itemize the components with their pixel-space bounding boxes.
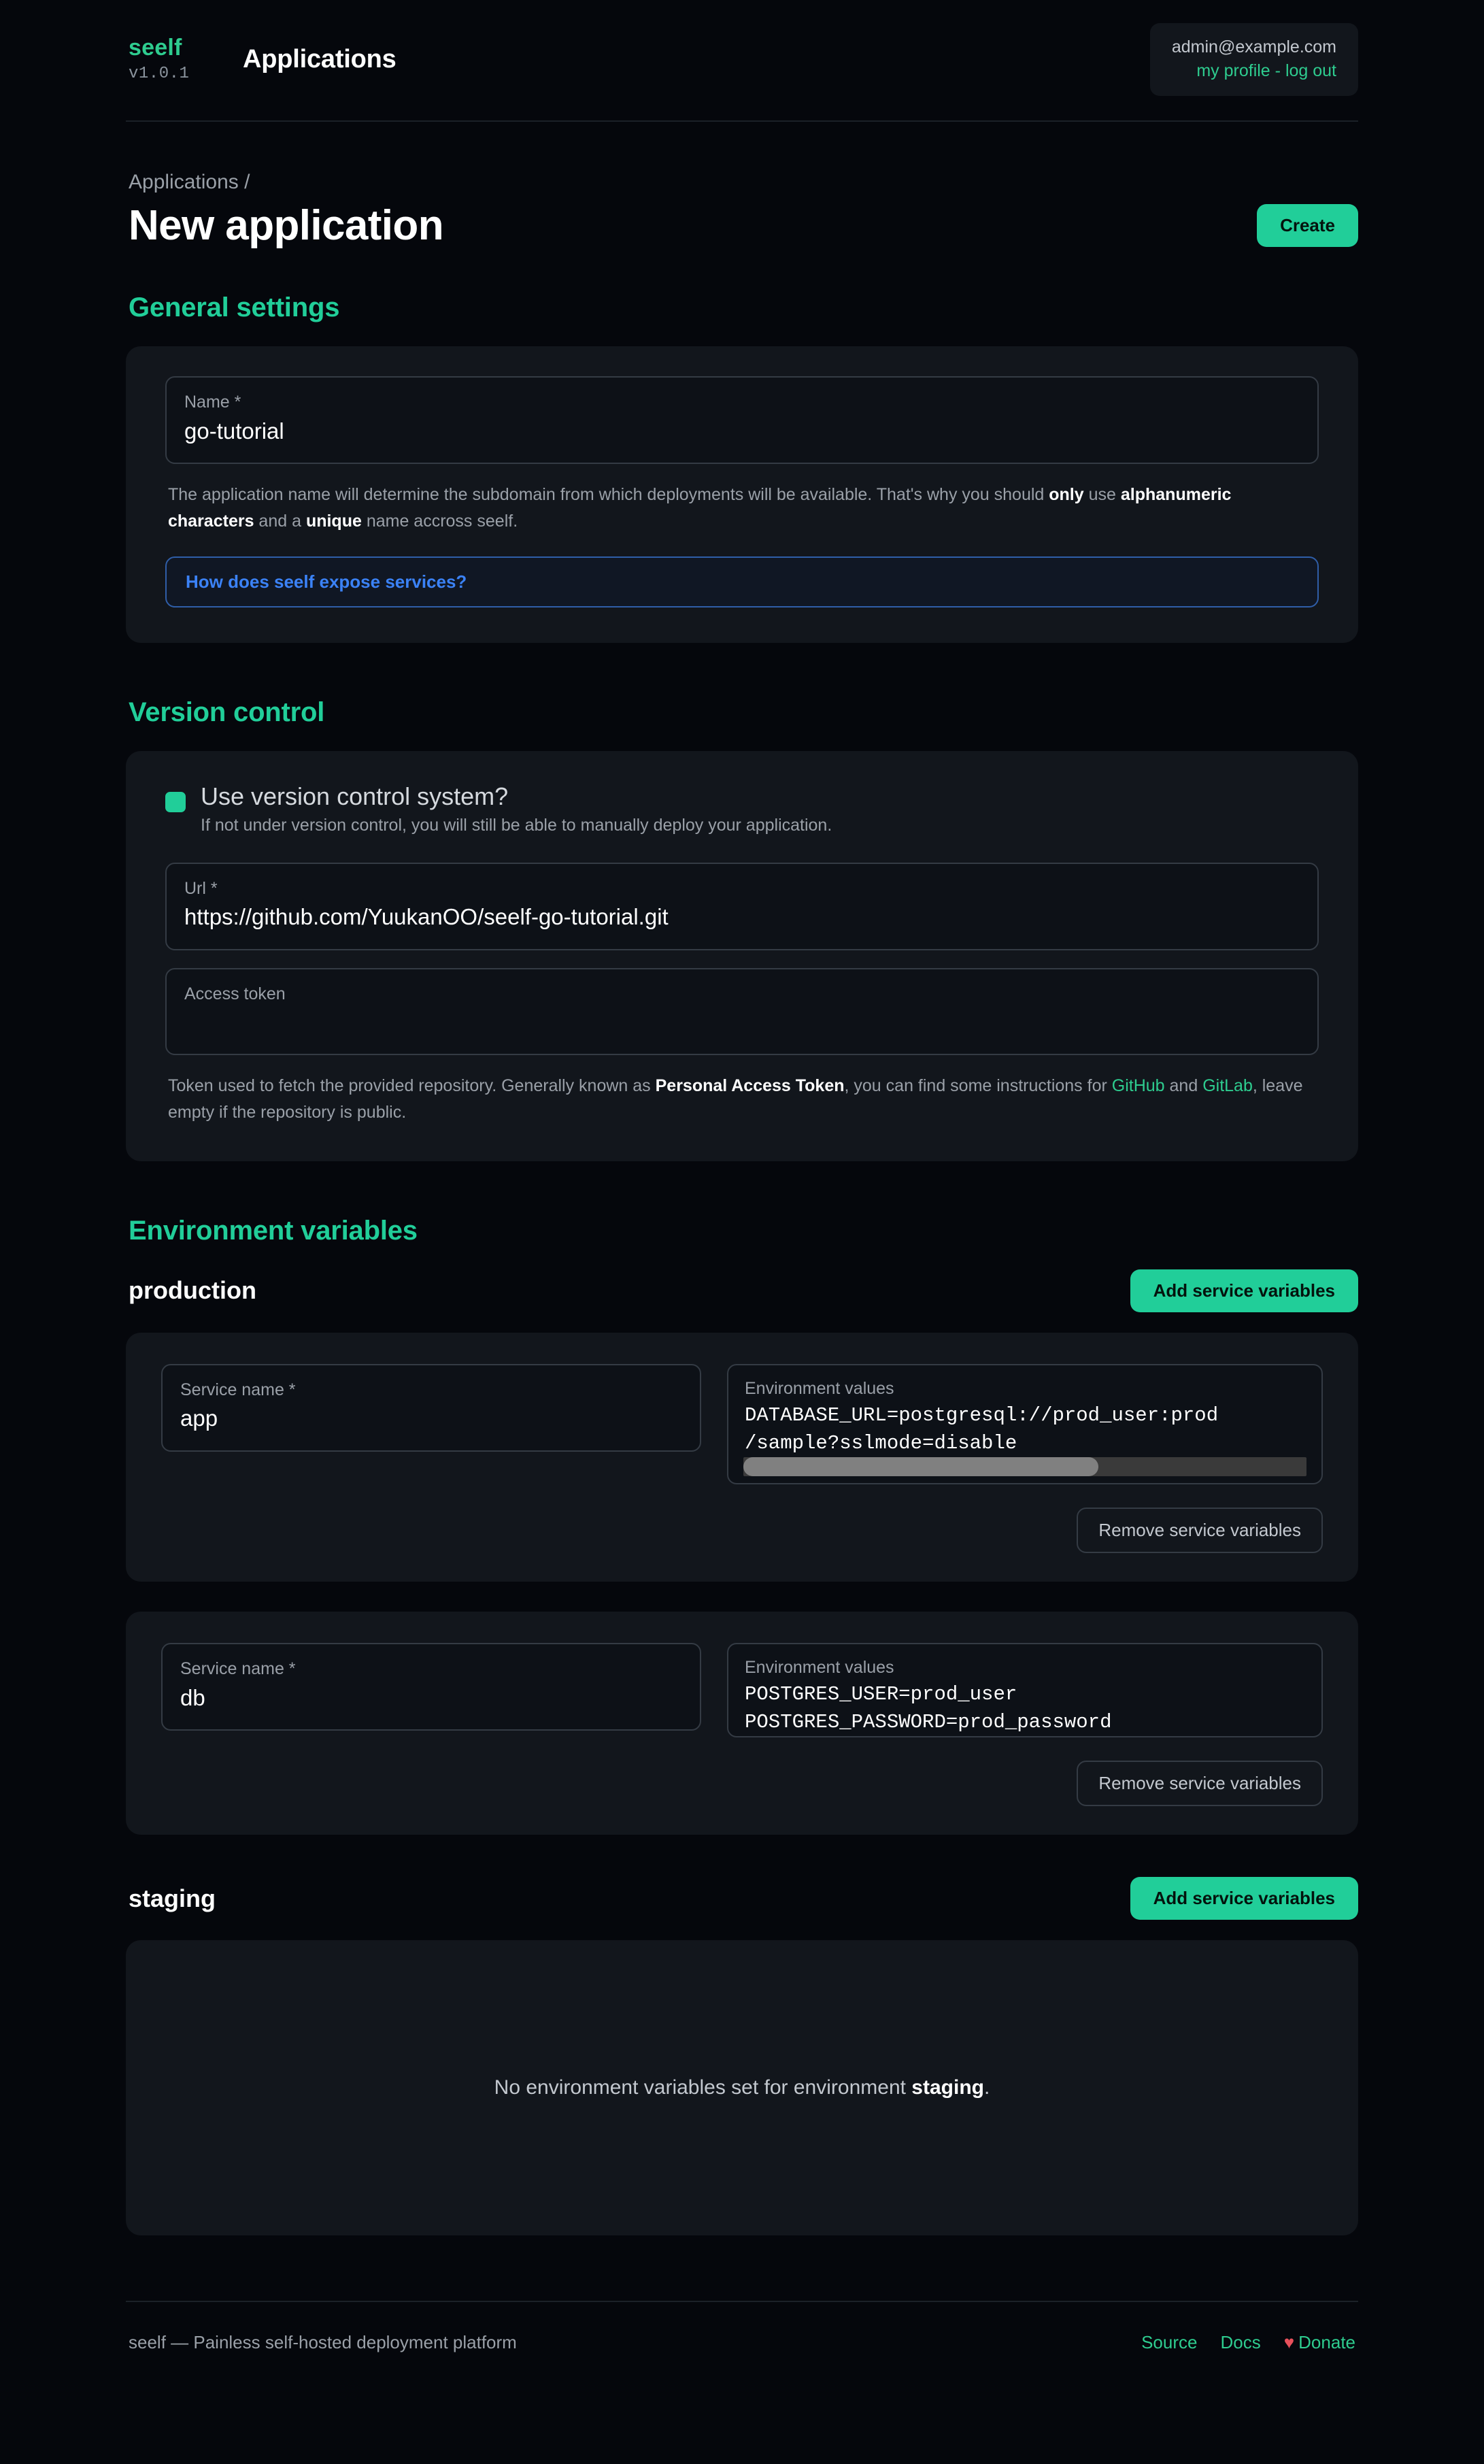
log-out-link[interactable]: log out: [1285, 61, 1336, 80]
url-field[interactable]: Url * https://github.com/YuukanOO/seelf-…: [165, 863, 1319, 950]
service-name-label-db: Service name *: [180, 1658, 682, 1680]
footer-donate-wrap[interactable]: ♥Donate: [1284, 2332, 1355, 2353]
staging-empty-suffix: .: [984, 2076, 990, 2099]
create-button[interactable]: Create: [1257, 204, 1358, 247]
gitlab-link[interactable]: GitLab: [1202, 1076, 1253, 1095]
name-input[interactable]: go-tutorial: [184, 416, 1300, 447]
use-vcs-label: Use version control system?: [201, 781, 832, 813]
staging-empty-prefix: No environment variables set for environ…: [494, 2076, 912, 2099]
page-title: New application: [129, 203, 443, 248]
footer-tagline: seelf — Painless self-hosted deployment …: [129, 2332, 517, 2353]
footer-donate-link[interactable]: Donate: [1298, 2332, 1355, 2353]
environment-variables-title: Environment variables: [126, 1216, 1358, 1246]
user-email: admin@example.com: [1172, 35, 1336, 59]
name-helper-suffix: name accross seelf.: [362, 512, 518, 531]
name-helper-text: The application name will determine the …: [165, 482, 1319, 535]
service-card-db: Service name * db Environment values POS…: [126, 1612, 1358, 1835]
environment-header-production: production Add service variables: [126, 1269, 1358, 1312]
github-link[interactable]: GitHub: [1112, 1076, 1165, 1095]
service-name-input-db[interactable]: db: [180, 1683, 682, 1714]
heart-icon: ♥: [1284, 2332, 1294, 2353]
page-root: seelf v1.0.1 Applications admin@example.…: [0, 0, 1484, 2384]
expose-services-summary[interactable]: How does seelf expose services?: [186, 571, 1298, 593]
remove-service-variables-button-app[interactable]: Remove service variables: [1077, 1508, 1323, 1553]
brand[interactable]: seelf v1.0.1: [126, 36, 235, 83]
env-values-textarea-app[interactable]: DATABASE_URL=postgresql://prod_user:prod…: [745, 1401, 1305, 1457]
name-helper-mid1: use: [1084, 485, 1121, 504]
service-left-db: Service name * db: [161, 1643, 701, 1737]
add-service-variables-button-staging[interactable]: Add service variables: [1130, 1877, 1358, 1920]
service-actions-db: Remove service variables: [161, 1761, 1323, 1806]
token-helper-prefix: Token used to fetch the provided reposit…: [168, 1076, 656, 1095]
use-vcs-text: Use version control system? If not under…: [201, 781, 832, 837]
token-helper-mid: , you can find some instructions for: [845, 1076, 1112, 1095]
service-right-app: Environment values DATABASE_URL=postgres…: [727, 1364, 1323, 1484]
name-helper-prefix: The application name will determine the …: [168, 485, 1049, 504]
service-name-label-app: Service name *: [180, 1379, 682, 1401]
name-helper-bold-unique: unique: [306, 512, 362, 531]
use-vcs-sublabel: If not under version control, you will s…: [201, 815, 832, 836]
service-grid-db: Service name * db Environment values POS…: [161, 1643, 1323, 1737]
brand-name: seelf: [129, 36, 235, 61]
name-helper-mid2: and a: [254, 512, 305, 531]
expose-services-details[interactable]: How does seelf expose services?: [165, 556, 1319, 607]
service-name-input-app[interactable]: app: [180, 1403, 682, 1434]
page-title-row: New application Create: [126, 203, 1358, 248]
service-name-field-app[interactable]: Service name * app: [161, 1364, 701, 1452]
url-field-label: Url *: [184, 878, 1300, 900]
version-control-title: Version control: [126, 697, 1358, 728]
token-helper-text: Token used to fetch the provided reposit…: [165, 1073, 1319, 1126]
service-left-app: Service name * app: [161, 1364, 701, 1484]
staging-empty-message: No environment variables set for environ…: [494, 2076, 990, 2099]
use-vcs-checkbox[interactable]: [165, 792, 186, 812]
footer-links: Source Docs ♥Donate: [1141, 2332, 1355, 2353]
footer-docs-link[interactable]: Docs: [1220, 2332, 1260, 2353]
env-values-scrollbar-app[interactable]: [743, 1457, 1306, 1476]
add-service-variables-button-production[interactable]: Add service variables: [1130, 1269, 1358, 1312]
user-menu: admin@example.com my profile - log out: [1150, 23, 1358, 96]
user-links-separator: -: [1270, 61, 1285, 80]
general-settings-title: General settings: [126, 293, 1358, 323]
breadcrumb[interactable]: Applications /: [126, 171, 1358, 194]
header-title: Applications: [243, 45, 397, 74]
top-header: seelf v1.0.1 Applications admin@example.…: [126, 0, 1358, 122]
env-values-textarea-db[interactable]: POSTGRES_USER=prod_user POSTGRES_PASSWOR…: [745, 1680, 1305, 1736]
brand-version: v1.0.1: [129, 65, 235, 83]
service-actions-app: Remove service variables: [161, 1508, 1323, 1553]
token-helper-and: and: [1165, 1076, 1203, 1095]
main-content: Applications / New application Create Ge…: [126, 122, 1358, 2235]
environment-name-staging: staging: [129, 1884, 216, 1913]
name-helper-bold-only: only: [1049, 485, 1083, 504]
name-field-label: Name *: [184, 391, 1300, 414]
url-input[interactable]: https://github.com/YuukanOO/seelf-go-tut…: [184, 902, 1300, 933]
access-token-input[interactable]: [184, 1008, 1300, 1037]
env-values-label-db: Environment values: [745, 1658, 1305, 1678]
service-card-app: Service name * app Environment values DA…: [126, 1333, 1358, 1582]
general-settings-card: Name * go-tutorial The application name …: [126, 346, 1358, 643]
env-values-box-db[interactable]: Environment values POSTGRES_USER=prod_us…: [727, 1643, 1323, 1737]
field-gap: [165, 950, 1319, 968]
footer-source-link[interactable]: Source: [1141, 2332, 1197, 2353]
token-helper-bold: Personal Access Token: [656, 1076, 845, 1095]
service-grid-app: Service name * app Environment values DA…: [161, 1364, 1323, 1484]
user-links: my profile - log out: [1172, 59, 1336, 83]
use-vcs-row[interactable]: Use version control system? If not under…: [165, 781, 1319, 837]
staging-empty-bold: staging: [911, 2076, 984, 2099]
remove-service-variables-button-db[interactable]: Remove service variables: [1077, 1761, 1323, 1806]
environment-header-staging: staging Add service variables: [126, 1877, 1358, 1920]
service-right-db: Environment values POSTGRES_USER=prod_us…: [727, 1643, 1323, 1737]
env-values-box-app[interactable]: Environment values DATABASE_URL=postgres…: [727, 1364, 1323, 1484]
footer: seelf — Painless self-hosted deployment …: [126, 2301, 1358, 2384]
environment-name-production: production: [129, 1276, 256, 1305]
name-field[interactable]: Name * go-tutorial: [165, 376, 1319, 464]
staging-empty-state: No environment variables set for environ…: [126, 1940, 1358, 2235]
service-name-field-db[interactable]: Service name * db: [161, 1643, 701, 1731]
access-token-field[interactable]: Access token: [165, 968, 1319, 1056]
env-values-label-app: Environment values: [745, 1379, 1305, 1399]
env-values-scrollbar-thumb-app[interactable]: [743, 1457, 1098, 1476]
my-profile-link[interactable]: my profile: [1196, 61, 1270, 80]
version-control-card: Use version control system? If not under…: [126, 751, 1358, 1161]
access-token-field-label: Access token: [184, 983, 1300, 1005]
